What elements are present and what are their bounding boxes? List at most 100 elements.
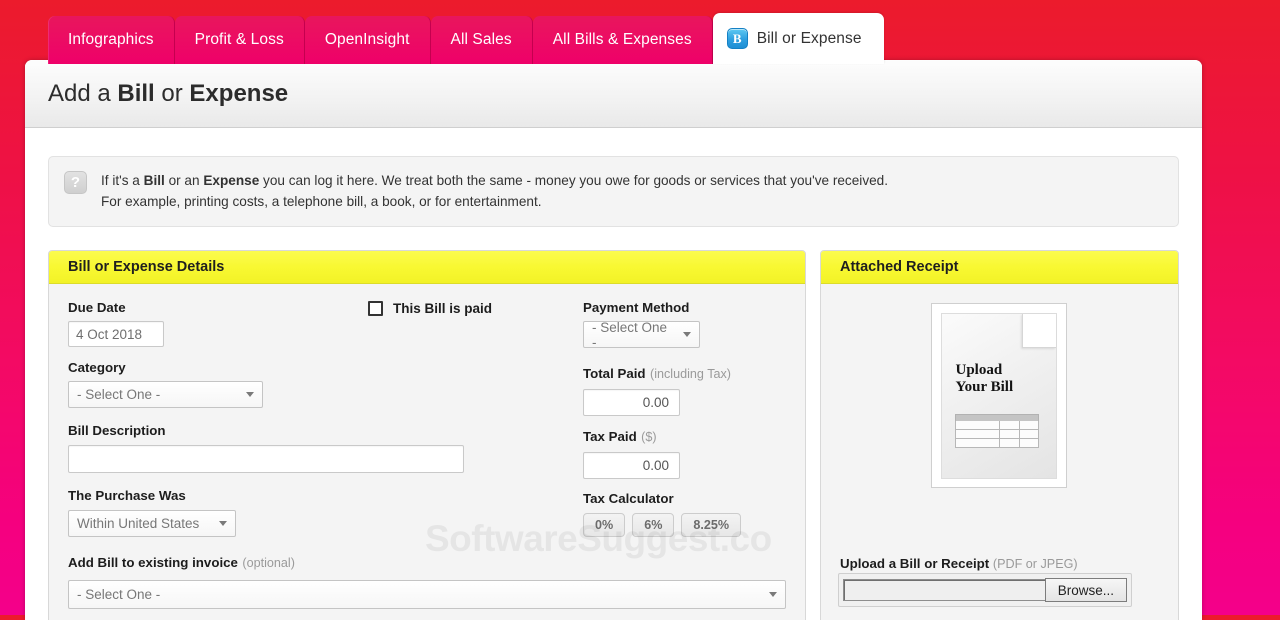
table-row xyxy=(955,438,1040,448)
upload-label-row: Upload a Bill or Receipt (PDF or JPEG) xyxy=(840,556,1078,571)
tax-rate-button-6[interactable]: 6% xyxy=(632,513,675,537)
total-paid-label-row: Total Paid (including Tax) xyxy=(583,365,786,383)
attached-receipt-panel-body: Upload Your Bill Upload a Bill or Receip… xyxy=(821,303,1178,620)
upload-your-bill-icon: Upload Your Bill xyxy=(941,312,1058,479)
chevron-down-icon xyxy=(219,521,227,526)
page-header: Add a Bill or Expense xyxy=(25,60,1202,128)
info-banner-text: If it's a Bill or an Expense you can log… xyxy=(101,170,891,212)
page-body: ? If it's a Bill or an Expense you can l… xyxy=(25,156,1202,620)
browse-button[interactable]: Browse... xyxy=(1044,578,1127,602)
category-label: Category xyxy=(68,360,126,375)
tab-openinsight[interactable]: OpenInsight xyxy=(304,16,431,64)
question-mark-icon: ? xyxy=(64,171,87,194)
table-cell xyxy=(955,438,1000,448)
category-select-value: - Select One - xyxy=(77,387,161,402)
main-tab-bar: Infographics Profit & Loss OpenInsight A… xyxy=(48,13,884,64)
page-fold-icon xyxy=(1022,313,1057,348)
tax-paid-label-row: Tax Paid ($) xyxy=(583,428,786,446)
file-upload-row: Browse... xyxy=(837,573,1132,607)
payment-method-value: - Select One - xyxy=(592,319,668,350)
attached-receipt-panel-header: Attached Receipt xyxy=(820,251,1178,284)
table-cell xyxy=(1019,420,1040,430)
chevron-down-icon xyxy=(683,332,691,337)
info-text-a: If it's a xyxy=(101,173,144,188)
table-cell xyxy=(999,429,1020,439)
details-column-left: Due Date 4 Oct 2018 Category - Select On… xyxy=(68,300,464,537)
receipt-table-graphic xyxy=(955,413,1040,448)
table-row xyxy=(955,420,1040,430)
bill-details-panel-body: Due Date 4 Oct 2018 Category - Select On… xyxy=(49,284,805,620)
bill-description-label: Bill Description xyxy=(68,423,166,438)
table-cell xyxy=(1019,438,1040,448)
upload-thumb-line1: Upload xyxy=(955,361,1003,378)
tab-all-bills-and-expenses[interactable]: All Bills & Expenses xyxy=(532,16,713,64)
info-text-e: you can log it here. We treat both the s… xyxy=(259,173,787,188)
tab-bill-or-expense[interactable]: B Bill or Expense xyxy=(712,13,884,64)
category-select[interactable]: - Select One - xyxy=(68,381,263,408)
tab-label: Infographics xyxy=(68,31,154,48)
tax-calculator-buttons: 0% 6% 8.25% xyxy=(583,513,786,537)
bill-paid-checkbox-row[interactable]: This Bill is paid xyxy=(368,301,583,316)
page-title-bold-expense: Expense xyxy=(189,79,289,107)
tab-profit-and-loss[interactable]: Profit & Loss xyxy=(174,16,305,64)
tax-paid-hint: ($) xyxy=(641,430,657,444)
add-to-invoice-label-row: Add Bill to existing invoice (optional) xyxy=(68,554,786,572)
tab-label: Profit & Loss xyxy=(194,31,284,48)
file-path-input[interactable] xyxy=(842,579,1045,601)
existing-invoice-value: - Select One - xyxy=(77,587,161,602)
tax-rate-button-825[interactable]: 8.25% xyxy=(681,513,742,537)
chevron-down-icon xyxy=(769,592,777,597)
bill-details-panel-header: Bill or Expense Details xyxy=(49,251,805,284)
upload-bill-label: Upload a Bill or Receipt xyxy=(839,556,990,571)
details-column-right: Payment Method - Select One - Total Paid… xyxy=(583,300,786,537)
info-banner: ? If it's a Bill or an Expense you can l… xyxy=(48,156,1179,227)
table-cell xyxy=(999,438,1020,448)
purchase-was-label: The Purchase Was xyxy=(68,488,186,503)
tab-infographics[interactable]: Infographics xyxy=(48,16,175,64)
tab-label: Bill or Expense xyxy=(756,29,862,47)
tab-all-sales[interactable]: All Sales xyxy=(430,16,533,64)
bill-paid-label: This Bill is paid xyxy=(393,301,493,316)
table-cell xyxy=(955,429,1000,439)
upload-format-hint: (PDF or JPEG) xyxy=(992,557,1078,571)
upload-thumb-text: Upload Your Bill xyxy=(955,362,1013,396)
due-date-label: Due Date xyxy=(68,300,126,315)
page-title: Add a Bill or Expense xyxy=(48,80,288,108)
total-paid-input[interactable]: 0.00 xyxy=(583,389,680,416)
page-title-bold-bill: Bill xyxy=(117,79,155,107)
due-date-input[interactable]: 4 Oct 2018 xyxy=(68,321,164,347)
purchase-location-select[interactable]: Within United States xyxy=(68,510,236,537)
panels-row: Bill or Expense Details Due Date 4 Oct 2… xyxy=(48,250,1179,620)
tax-rate-button-0[interactable]: 0% xyxy=(583,513,626,537)
tab-label: All Sales xyxy=(450,31,512,48)
table-cell xyxy=(955,420,1000,430)
info-text-c: or an xyxy=(164,173,204,188)
tax-paid-label: Tax Paid xyxy=(583,429,637,444)
page-title-prefix: Add a xyxy=(48,79,118,107)
receipt-thumbnail-frame[interactable]: Upload Your Bill xyxy=(931,303,1068,488)
table-header-bar xyxy=(955,413,1040,421)
bill-details-panel: Bill or Expense Details Due Date 4 Oct 2… xyxy=(48,250,806,620)
payment-method-select[interactable]: - Select One - xyxy=(583,319,700,350)
add-to-invoice-hint: (optional) xyxy=(242,556,295,570)
total-paid-label: Total Paid xyxy=(583,366,646,381)
page-title-mid: or xyxy=(154,79,190,107)
tax-paid-input[interactable]: 0.00 xyxy=(583,452,680,479)
tab-label: OpenInsight xyxy=(324,31,410,48)
chevron-down-icon xyxy=(246,392,254,397)
purchase-location-value: Within United States xyxy=(77,516,200,531)
tab-label: All Bills & Expenses xyxy=(552,31,692,48)
add-to-invoice-label: Add Bill to existing invoice xyxy=(68,555,238,570)
table-row xyxy=(955,429,1040,439)
tax-calculator-label: Tax Calculator xyxy=(583,491,674,506)
attached-receipt-panel: Attached Receipt Upload Your Bill Upload… xyxy=(819,250,1179,620)
info-text-expense: Expense xyxy=(203,173,260,188)
bill-paid-checkbox[interactable] xyxy=(368,301,383,316)
total-paid-hint: (including Tax) xyxy=(650,367,731,381)
bill-b-icon: B xyxy=(726,28,748,49)
payment-method-label: Payment Method xyxy=(583,300,690,315)
main-content-card: Add a Bill or Expense ? If it's a Bill o… xyxy=(25,60,1202,620)
existing-invoice-select[interactable]: - Select One - xyxy=(68,580,786,609)
info-text-bill: Bill xyxy=(143,173,165,188)
upload-thumb-line2: Your Bill xyxy=(955,378,1014,395)
